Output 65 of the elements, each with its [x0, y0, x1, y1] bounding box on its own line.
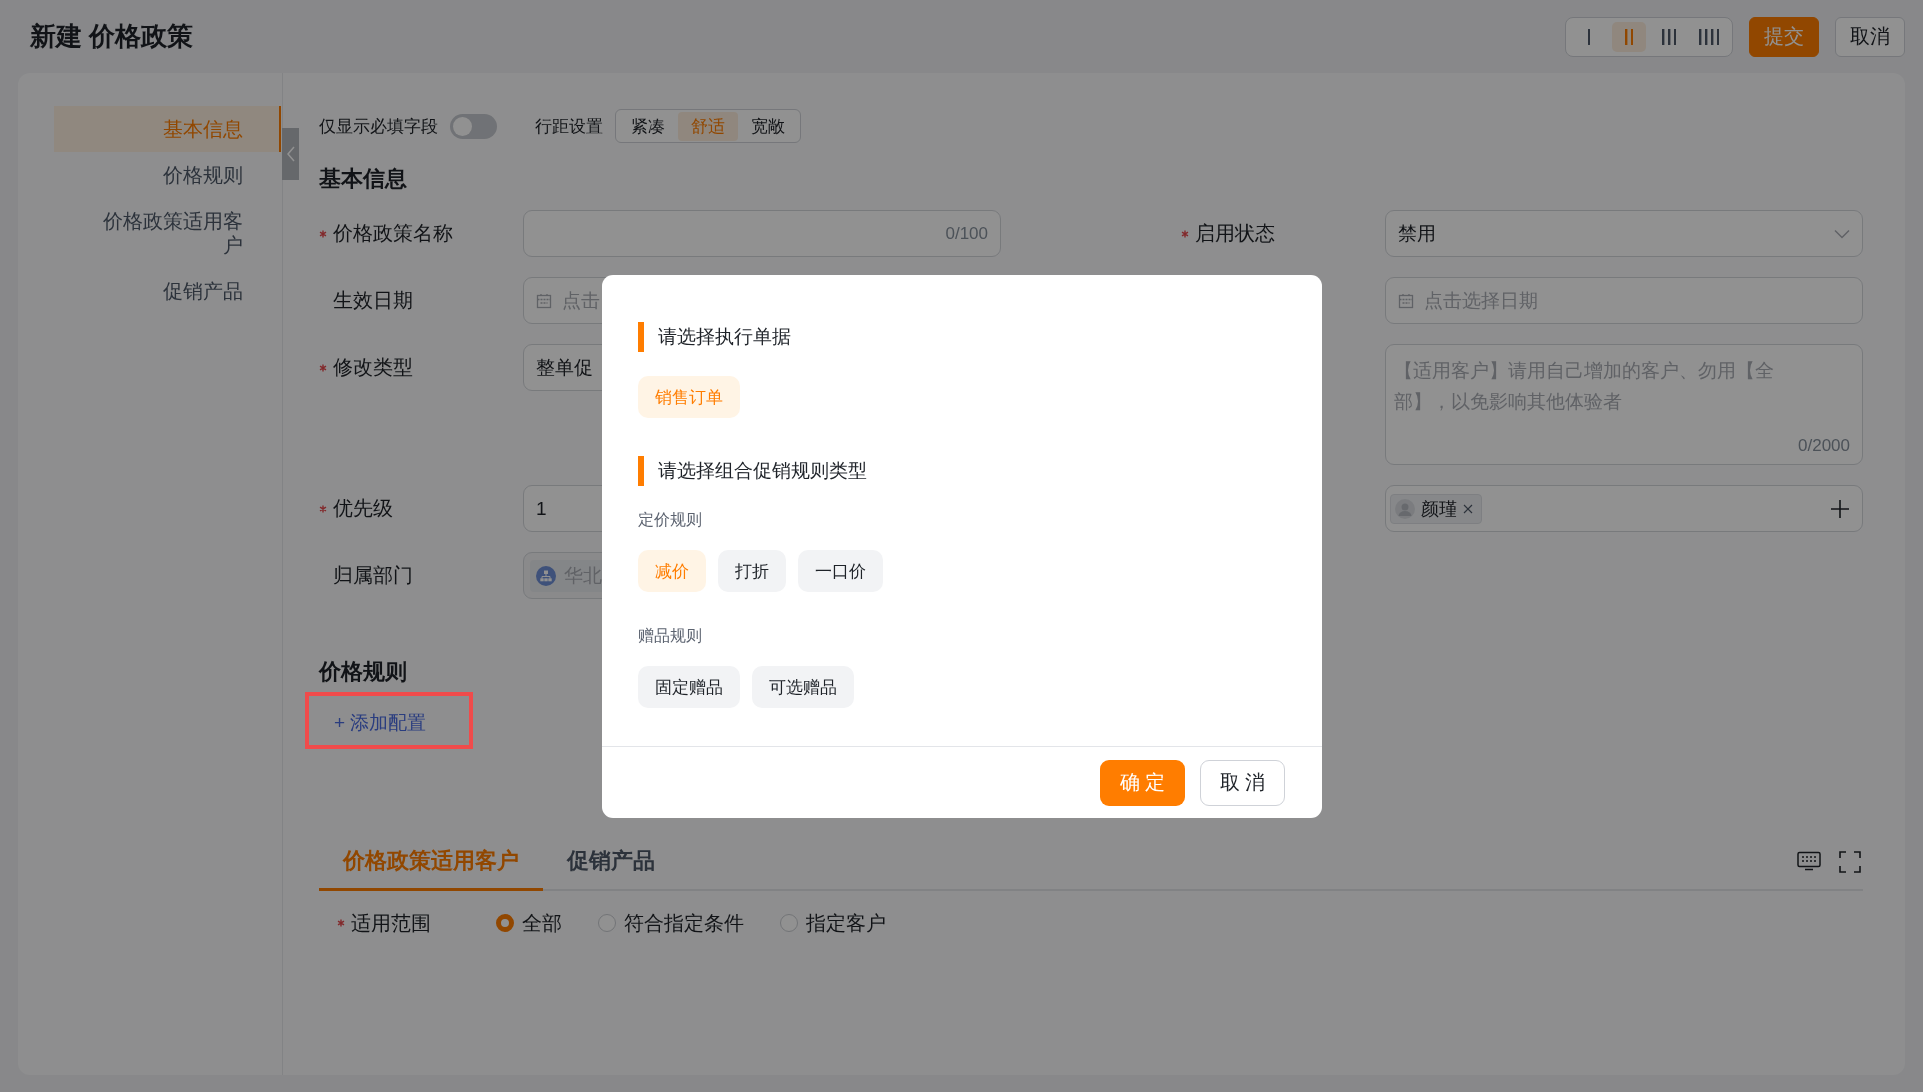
- option-chip[interactable]: 可选赠品: [752, 666, 854, 708]
- org-chart-icon: [536, 565, 556, 586]
- option-chip[interactable]: 销售订单: [638, 376, 740, 418]
- keyboard-icon[interactable]: [1797, 851, 1821, 871]
- text-field[interactable]: 0/100: [523, 210, 1001, 257]
- option-chip[interactable]: 一口价: [798, 550, 883, 592]
- bars-icon: [1624, 28, 1634, 45]
- option-chip[interactable]: 固定赠品: [638, 666, 740, 708]
- field-label: 启用状态: [1195, 221, 1275, 246]
- group-label: 定价规则: [638, 510, 703, 530]
- bars-icon: [1698, 28, 1720, 45]
- character-counter: 0/2000: [1798, 436, 1850, 456]
- chevron-down-icon: [1834, 228, 1850, 239]
- option-chip[interactable]: 减价: [638, 550, 706, 592]
- radio-option[interactable]: 全部: [496, 909, 562, 937]
- plus-icon[interactable]: [1830, 498, 1850, 519]
- chevron-left-icon: [285, 146, 296, 162]
- spacing-option[interactable]: 宽敞: [738, 111, 798, 141]
- member-field[interactable]: 颜瑾: [1385, 485, 1863, 532]
- field-label: 适用范围: [351, 910, 431, 936]
- field-label: 价格政策名称: [333, 221, 453, 246]
- spacing-option[interactable]: 紧凑: [618, 111, 678, 141]
- cancel-button[interactable]: 取消: [1835, 16, 1905, 57]
- spacing-label: 行距设置: [535, 115, 603, 138]
- bars-icon: [1661, 28, 1677, 45]
- field-value: 整单促: [536, 355, 593, 380]
- radio-option[interactable]: 指定客户: [780, 909, 886, 937]
- confirm-button[interactable]: 确 定: [1100, 759, 1185, 806]
- submit-button[interactable]: 提交: [1749, 16, 1819, 57]
- nav-item[interactable]: 价格规则: [54, 152, 281, 198]
- tab[interactable]: 价格政策适用客户: [319, 846, 543, 891]
- tab[interactable]: 促销产品: [543, 846, 679, 891]
- toggle-label: 仅显示必填字段: [319, 115, 438, 138]
- field-label: 优先级: [333, 496, 393, 521]
- select-field[interactable]: 禁用: [1385, 210, 1863, 257]
- field-value: 1: [536, 497, 547, 520]
- option-chip[interactable]: 打折: [718, 550, 786, 592]
- radio-option[interactable]: 符合指定条件: [598, 909, 744, 937]
- close-icon[interactable]: [1463, 503, 1473, 514]
- section-heading: 价格规则: [319, 658, 408, 686]
- calendar-icon: [536, 292, 552, 309]
- accent-bar: [638, 456, 644, 486]
- fullscreen-icon[interactable]: [1839, 851, 1861, 873]
- group-label: 赠品规则: [638, 626, 703, 646]
- calendar-icon: [1398, 292, 1414, 309]
- nav-item[interactable]: 促销产品: [54, 268, 281, 314]
- nav-item[interactable]: 价格政策适用客户: [54, 198, 281, 268]
- dialog-section-title: 请选择组合促销规则类型: [658, 459, 867, 483]
- accent-bar: [638, 322, 644, 352]
- collapse-handle[interactable]: [282, 128, 299, 180]
- field-label: 生效日期: [333, 288, 413, 313]
- cancel-button[interactable]: 取 消: [1200, 759, 1285, 806]
- dialog-section-title: 请选择执行单据: [658, 325, 791, 349]
- field-label: 修改类型: [333, 355, 413, 380]
- tag-label: 颜瑾: [1421, 497, 1457, 521]
- add-config-link[interactable]: + 添加配置: [334, 710, 427, 736]
- section-heading: 基本信息: [319, 165, 408, 193]
- field-value: 禁用: [1398, 221, 1436, 246]
- character-counter: 0/100: [945, 223, 988, 244]
- page-title: 新建 价格政策: [30, 20, 194, 53]
- field-label: 归属部门: [333, 563, 413, 588]
- bars-icon: [1587, 28, 1591, 45]
- toggle-switch[interactable]: [450, 113, 497, 139]
- avatar-icon: [1395, 498, 1415, 519]
- column-layout-button[interactable]: [1612, 21, 1646, 52]
